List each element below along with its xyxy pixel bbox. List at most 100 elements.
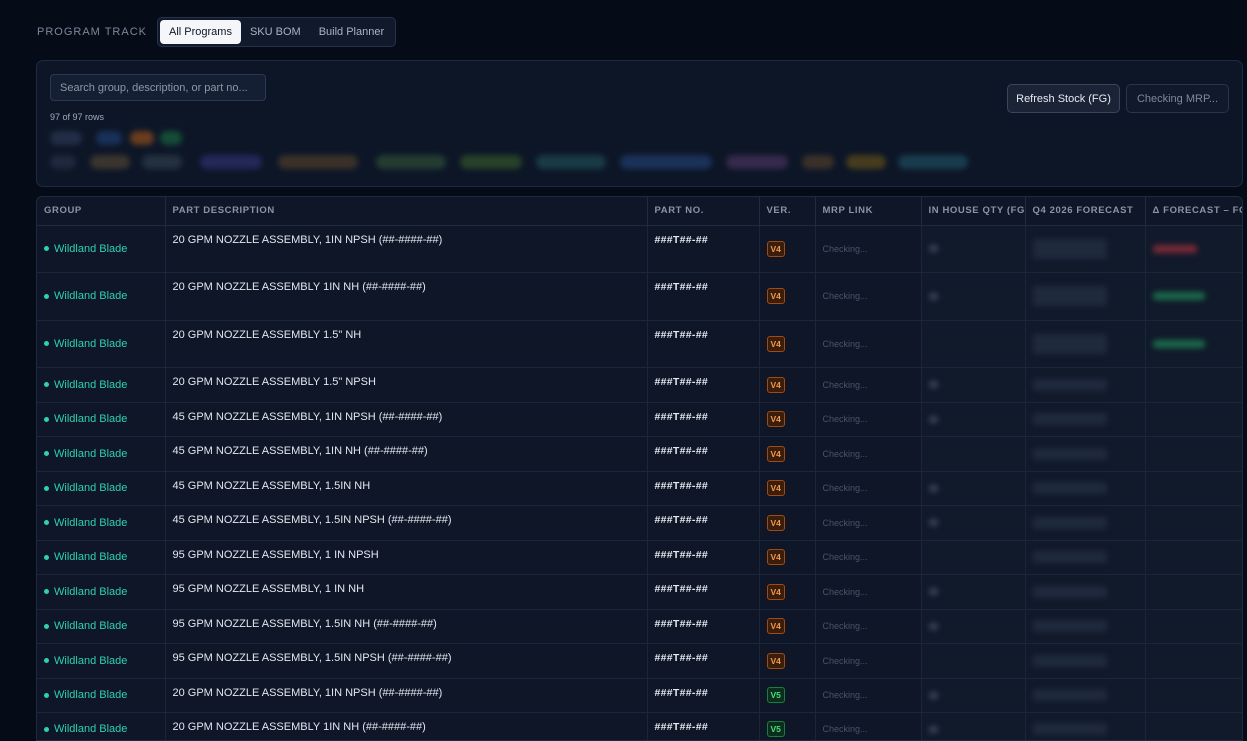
qty-value-redacted bbox=[928, 588, 938, 595]
mrp-link-cell[interactable]: Checking... bbox=[815, 225, 922, 273]
mrp-link-cell[interactable]: Checking... bbox=[815, 643, 922, 679]
filter-chip[interactable] bbox=[50, 131, 82, 145]
delta-forecast-cell bbox=[1145, 471, 1242, 506]
filter-chip[interactable] bbox=[802, 155, 834, 169]
group-dot-icon bbox=[44, 589, 49, 595]
mrp-link-cell[interactable]: Checking... bbox=[815, 609, 922, 644]
filter-chip[interactable] bbox=[142, 155, 182, 169]
mrp-link-cell[interactable]: Checking... bbox=[815, 402, 922, 437]
version-badge: V4 bbox=[766, 445, 785, 462]
delta-forecast-cell bbox=[1145, 272, 1242, 321]
filter-chip[interactable] bbox=[376, 155, 446, 169]
column-header-group[interactable]: GROUP bbox=[37, 197, 166, 226]
group-cell[interactable]: Wildland Blade bbox=[37, 643, 166, 679]
table-row[interactable]: Wildland Blade 20 GPM NOZZLE ASSEMBLY 1.5… bbox=[37, 320, 1242, 368]
group-cell[interactable]: Wildland Blade bbox=[37, 367, 166, 403]
ver-cell: V4 bbox=[759, 540, 816, 575]
in-house-qty-cell bbox=[921, 402, 1026, 437]
column-header-ver[interactable]: VER. bbox=[759, 197, 816, 226]
mrp-link-cell[interactable]: Checking... bbox=[815, 272, 922, 321]
table-row[interactable]: Wildland Blade 20 GPM NOZZLE ASSEMBLY 1.5… bbox=[37, 367, 1242, 403]
mrp-link-cell[interactable]: Checking... bbox=[815, 574, 922, 610]
table-row[interactable]: Wildland Blade 20 GPM NOZZLE ASSEMBLY, 1I… bbox=[37, 678, 1242, 713]
table-row[interactable]: Wildland Blade 95 GPM NOZZLE ASSEMBLY, 1.… bbox=[37, 609, 1242, 644]
group-cell[interactable]: Wildland Blade bbox=[37, 272, 166, 321]
in-house-qty-cell bbox=[921, 505, 1026, 541]
row-count: 97 of 97 rows bbox=[50, 112, 105, 122]
in-house-qty-cell bbox=[921, 320, 1026, 368]
filter-chip[interactable] bbox=[90, 155, 130, 169]
forecast-cell bbox=[1025, 471, 1146, 506]
table-row[interactable]: Wildland Blade 20 GPM NOZZLE ASSEMBLY 1IN… bbox=[37, 712, 1242, 740]
column-header-q4-forecast[interactable]: Q4 2026 FORECAST bbox=[1025, 197, 1146, 226]
group-cell[interactable]: Wildland Blade bbox=[37, 505, 166, 541]
forecast-cell bbox=[1025, 320, 1146, 368]
table-row[interactable]: Wildland Blade 95 GPM NOZZLE ASSEMBLY, 1 … bbox=[37, 540, 1242, 575]
filter-chip[interactable] bbox=[96, 131, 122, 145]
forecast-cell bbox=[1025, 402, 1146, 437]
tab-all-programs[interactable]: All Programs bbox=[159, 20, 241, 44]
table-row[interactable]: Wildland Blade 95 GPM NOZZLE ASSEMBLY, 1 … bbox=[37, 574, 1242, 610]
table-row[interactable]: Wildland Blade 95 GPM NOZZLE ASSEMBLY, 1.… bbox=[37, 643, 1242, 679]
table-row[interactable]: Wildland Blade 45 GPM NOZZLE ASSEMBLY, 1.… bbox=[37, 505, 1242, 541]
group-cell[interactable]: Wildland Blade bbox=[37, 471, 166, 506]
column-header-in-house-qty[interactable]: IN HOUSE QTY (FG) bbox=[921, 197, 1026, 226]
filter-chip[interactable] bbox=[50, 155, 76, 169]
version-badge: V4 bbox=[766, 240, 785, 257]
mrp-link-cell[interactable]: Checking... bbox=[815, 540, 922, 575]
group-cell[interactable]: Wildland Blade bbox=[37, 574, 166, 610]
filter-chip[interactable] bbox=[898, 155, 968, 169]
mrp-link-cell[interactable]: Checking... bbox=[815, 471, 922, 506]
column-header-delta-forecast[interactable]: Δ FORECAST – FG bbox=[1145, 197, 1242, 226]
group-cell[interactable]: Wildland Blade bbox=[37, 225, 166, 273]
table-header-row: GROUP PART DESCRIPTION PART NO. VER. MRP… bbox=[37, 197, 1242, 226]
group-cell[interactable]: Wildland Blade bbox=[37, 436, 166, 472]
mrp-link-cell[interactable]: Checking... bbox=[815, 678, 922, 713]
qty-value-redacted bbox=[928, 292, 938, 300]
search-input[interactable] bbox=[50, 74, 266, 101]
mrp-link-cell[interactable]: Checking... bbox=[815, 436, 922, 472]
group-dot-icon bbox=[44, 246, 49, 252]
refresh-stock-button[interactable]: Refresh Stock (FG) bbox=[1007, 84, 1120, 113]
table-row[interactable]: Wildland Blade 45 GPM NOZZLE ASSEMBLY, 1I… bbox=[37, 402, 1242, 437]
checking-mrp-button[interactable]: Checking MRP... bbox=[1126, 84, 1229, 113]
table-row[interactable]: Wildland Blade 45 GPM NOZZLE ASSEMBLY, 1I… bbox=[37, 436, 1242, 472]
filter-chip[interactable] bbox=[130, 131, 154, 145]
group-dot-icon bbox=[44, 554, 49, 560]
ver-cell: V4 bbox=[759, 402, 816, 437]
group-dot-icon bbox=[44, 341, 49, 347]
filter-chip[interactable] bbox=[536, 155, 606, 169]
mrp-link-cell[interactable]: Checking... bbox=[815, 505, 922, 541]
filter-chip[interactable] bbox=[160, 131, 182, 145]
filter-chip[interactable] bbox=[460, 155, 522, 169]
group-cell[interactable]: Wildland Blade bbox=[37, 609, 166, 644]
column-header-mrp-link[interactable]: MRP LINK bbox=[815, 197, 922, 226]
group-label: Wildland Blade bbox=[54, 516, 128, 529]
filter-chip[interactable] bbox=[846, 155, 886, 169]
filter-chip[interactable] bbox=[620, 155, 712, 169]
filter-chip[interactable] bbox=[726, 155, 788, 169]
table-row[interactable]: Wildland Blade 20 GPM NOZZLE ASSEMBLY, 1I… bbox=[37, 225, 1242, 273]
filter-chip[interactable] bbox=[278, 155, 358, 169]
mrp-link-cell[interactable]: Checking... bbox=[815, 320, 922, 368]
group-dot-icon bbox=[44, 726, 49, 732]
table-row[interactable]: Wildland Blade 20 GPM NOZZLE ASSEMBLY 1IN… bbox=[37, 272, 1242, 321]
group-cell[interactable]: Wildland Blade bbox=[37, 540, 166, 575]
group-cell[interactable]: Wildland Blade bbox=[37, 712, 166, 740]
column-header-part-no[interactable]: PART NO. bbox=[647, 197, 760, 226]
filter-chip[interactable] bbox=[200, 155, 262, 169]
version-badge: V4 bbox=[766, 618, 785, 634]
mrp-link-cell[interactable]: Checking... bbox=[815, 712, 922, 740]
group-label: Wildland Blade bbox=[54, 337, 128, 350]
column-header-description[interactable]: PART DESCRIPTION bbox=[165, 197, 648, 226]
ver-cell: V4 bbox=[759, 367, 816, 403]
group-cell[interactable]: Wildland Blade bbox=[37, 402, 166, 437]
forecast-cell bbox=[1025, 367, 1146, 403]
mrp-link-cell[interactable]: Checking... bbox=[815, 367, 922, 403]
table-row[interactable]: Wildland Blade 45 GPM NOZZLE ASSEMBLY, 1.… bbox=[37, 471, 1242, 506]
group-cell[interactable]: Wildland Blade bbox=[37, 678, 166, 713]
tab-sku-bom[interactable]: SKU BOM bbox=[241, 20, 310, 44]
tab-build-planner[interactable]: Build Planner bbox=[310, 20, 393, 44]
group-cell[interactable]: Wildland Blade bbox=[37, 320, 166, 368]
group-dot-icon bbox=[44, 416, 49, 422]
